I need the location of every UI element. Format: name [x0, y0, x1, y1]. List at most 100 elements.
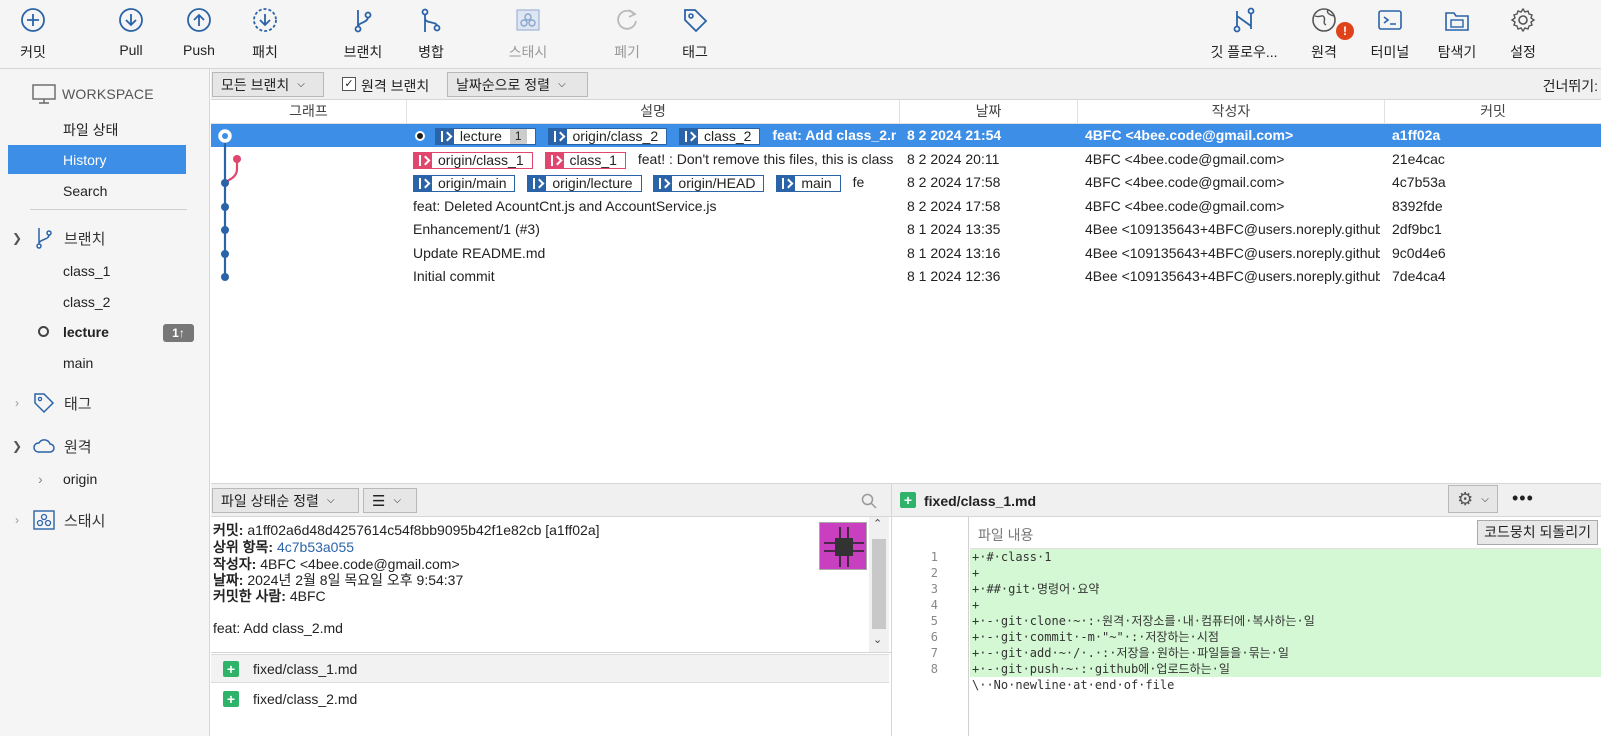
- stash-icon: [516, 9, 540, 31]
- settings-button[interactable]: 설정: [1505, 0, 1541, 68]
- sidebar-item-file-status[interactable]: 파일 상태: [8, 115, 186, 144]
- line-number: 3: [930, 582, 938, 596]
- commit-details: 커밋: a1ff02a6d48d4257614c54f8bb9095b42f1e…: [211, 517, 891, 652]
- branch-item-main[interactable]: main: [63, 355, 93, 371]
- sidebar-item-search[interactable]: Search: [8, 176, 186, 205]
- folder-icon: [1445, 12, 1469, 31]
- chevron-right-icon[interactable]: ›: [38, 471, 43, 487]
- push-button[interactable]: Push: [178, 0, 220, 68]
- explorer-button[interactable]: 탐색기: [1434, 0, 1480, 68]
- branch-icon: [435, 128, 454, 144]
- hash-cell: 21e4cac: [1392, 151, 1445, 167]
- diff-line-added: +·#·class·1: [970, 549, 1601, 565]
- column-header-description[interactable]: 설명: [407, 100, 900, 124]
- commit-table: 그래프 설명 날짜 작성자 커밋 lecture 1 origin/class_2: [211, 100, 1601, 483]
- stash-title: 스태시: [64, 512, 106, 530]
- commit-message: Enhancement/1 (#3): [413, 221, 540, 237]
- sort-dropdown[interactable]: 날짜순으로 정렬 ⌵: [447, 72, 588, 97]
- discard-button[interactable]: 폐기: [610, 0, 644, 68]
- terminal-button[interactable]: 터미널: [1367, 0, 1413, 68]
- branch-tag: main: [776, 174, 841, 192]
- remote-item-origin[interactable]: origin: [63, 471, 97, 487]
- gitflow-icon: [1233, 7, 1255, 33]
- gitflow-button[interactable]: 깃 플로우...: [1204, 0, 1284, 68]
- search-icon[interactable]: [861, 493, 877, 509]
- table-row[interactable]: feat: Deleted AcountCnt.js and AccountSe…: [211, 195, 1601, 218]
- commit-graph: [218, 129, 241, 281]
- patch-icon: [253, 8, 277, 32]
- explorer-label: 탐색기: [1437, 44, 1477, 60]
- stash-section[interactable]: › 스태시: [10, 508, 105, 532]
- revert-hunk-button[interactable]: 코드뭉치 되돌리기: [1477, 520, 1598, 545]
- list-item[interactable]: + fixed/class_1.md: [211, 654, 889, 683]
- column-header-commit[interactable]: 커밋: [1385, 100, 1601, 124]
- remote-branches-checkbox[interactable]: ✓: [342, 77, 356, 91]
- file-name: fixed/class_2.md: [253, 690, 358, 707]
- branch-icon: [354, 10, 372, 33]
- file-sort-dropdown[interactable]: 파일 상태순 정렬 ⌵: [212, 488, 359, 513]
- sidebar-item-history[interactable]: History: [8, 145, 186, 174]
- sort-label: 날짜순으로 정렬: [456, 76, 551, 93]
- branch-item-lecture[interactable]: lecture: [63, 324, 109, 340]
- table-row[interactable]: origin/main origin/lecture origin/HEAD m…: [211, 171, 1601, 194]
- stash-label: 스태시: [508, 44, 548, 60]
- branch-item-class-1[interactable]: class_1: [63, 263, 110, 279]
- parent-link[interactable]: 4c7b53a055: [277, 539, 354, 555]
- patch-button[interactable]: 패치: [246, 0, 284, 68]
- description-cell: origin/main origin/lecture origin/HEAD m…: [413, 171, 896, 194]
- commit-hash-label: 커밋:: [213, 522, 244, 538]
- branch-tag: class_2: [679, 127, 761, 145]
- branch-icon: [654, 175, 673, 191]
- commit-button[interactable]: 커밋: [14, 0, 52, 68]
- author-cell: 4BFC <4bee.code@gmail.com>: [1085, 127, 1294, 143]
- branch-item-class-2[interactable]: class_2: [63, 294, 110, 310]
- scroll-up-icon[interactable]: ⌃: [873, 517, 882, 530]
- diff-line-added: +·##·git·명령어·요약: [970, 581, 1601, 597]
- hash-cell: 9c0d4e6: [1392, 245, 1446, 261]
- pull-button[interactable]: Pull: [112, 0, 150, 68]
- table-row[interactable]: Initial commit 8 1 2024 12:36 4Bee <1091…: [211, 265, 1601, 288]
- chevron-down-icon: ❯: [11, 231, 23, 245]
- table-row[interactable]: Update README.md 8 1 2024 13:16 4Bee <10…: [211, 242, 1601, 265]
- sidebar-item-label: Search: [63, 182, 108, 199]
- tags-section[interactable]: › 태그: [10, 391, 92, 415]
- branches-section[interactable]: ❯ 브랜치: [10, 226, 105, 250]
- branch-button[interactable]: 브랜치: [340, 0, 386, 68]
- branch-filter-dropdown[interactable]: 모든 브랜치 ⌵: [212, 72, 324, 97]
- stash-button[interactable]: 스태시: [504, 0, 552, 68]
- scrollbar-thumb[interactable]: [872, 539, 886, 629]
- date-cell: 8 1 2024 13:16: [907, 245, 1001, 261]
- remotes-section[interactable]: ❯ 원격: [10, 434, 92, 458]
- arrow-down-circle-icon: [119, 8, 143, 32]
- diff-settings-dropdown[interactable]: ⚙ ⌵: [1448, 485, 1498, 513]
- tag-button[interactable]: 태그: [678, 0, 712, 68]
- branch-label: 브랜치: [343, 44, 383, 60]
- line-number: 1: [930, 550, 938, 564]
- column-header-graph[interactable]: 그래프: [211, 100, 407, 124]
- table-row[interactable]: origin/class_1 class_1 feat! : Don't rem…: [211, 148, 1601, 171]
- file-added-icon: +: [223, 690, 239, 707]
- details-scrollbar[interactable]: ⌃ ⌄: [869, 517, 889, 652]
- column-header-date[interactable]: 날짜: [900, 100, 1078, 124]
- branch-tag-label: origin/main: [438, 174, 507, 191]
- author-cell: 4Bee <109135643+4BFC@users.noreply.githu…: [1085, 245, 1380, 261]
- merge-button[interactable]: 병합: [414, 0, 448, 68]
- file-sort-label: 파일 상태순 정렬: [221, 492, 319, 509]
- workspace-label: WORKSPACE: [62, 86, 154, 102]
- scroll-down-icon[interactable]: ⌄: [873, 633, 882, 646]
- commit-message: feat: Add class_2.md: [772, 127, 896, 143]
- column-header-author[interactable]: 작성자: [1078, 100, 1385, 124]
- table-row[interactable]: lecture 1 origin/class_2 class_2 feat: Ad…: [211, 124, 1601, 147]
- table-row[interactable]: Enhancement/1 (#3) 8 1 2024 13:35 4Bee <…: [211, 218, 1601, 241]
- more-icon[interactable]: •••: [1512, 488, 1534, 509]
- branch-icon: [414, 152, 432, 168]
- sidebar-divider: [30, 209, 187, 210]
- author-cell: 4BFC <4bee.code@gmail.com>: [1085, 151, 1285, 167]
- list-item[interactable]: + fixed/class_2.md: [211, 684, 889, 713]
- view-mode-dropdown[interactable]: ☰ ⌵: [363, 488, 417, 513]
- file-added-icon: +: [223, 660, 239, 677]
- remote-button[interactable]: ! 원격: [1304, 0, 1354, 68]
- branch-tag-label: class_2: [704, 127, 752, 144]
- settings-label: 설정: [1510, 44, 1536, 60]
- branch-tag: origin/main: [413, 174, 516, 192]
